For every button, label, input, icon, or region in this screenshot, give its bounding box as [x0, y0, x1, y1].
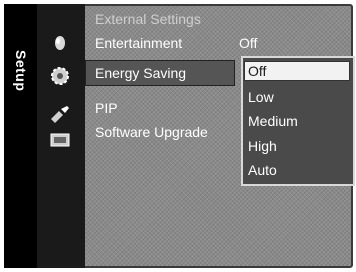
- menu-item-energy-saving[interactable]: Energy Saving: [95, 65, 186, 81]
- option-high[interactable]: High: [248, 138, 277, 154]
- option-low[interactable]: Low: [248, 89, 274, 105]
- pointer-icon[interactable]: [48, 30, 72, 54]
- menu-item-software-upgrade[interactable]: Software Upgrade: [95, 124, 208, 140]
- satellite-icon[interactable]: [48, 102, 72, 126]
- category-icon-column: [37, 4, 85, 268]
- energy-saving-dropdown[interactable]: Off Low Medium High Auto: [241, 56, 355, 186]
- setup-tab-label: Setup: [13, 50, 29, 92]
- option-auto[interactable]: Auto: [248, 162, 277, 178]
- menu-item-pip[interactable]: PIP: [95, 100, 118, 116]
- option-off[interactable]: Off: [244, 61, 350, 81]
- support-icon[interactable]: [48, 128, 72, 152]
- setup-tab[interactable]: Setup: [4, 4, 37, 268]
- gear-icon[interactable]: [48, 64, 72, 88]
- option-medium[interactable]: Medium: [248, 113, 298, 129]
- menu-item-entertainment[interactable]: Entertainment: [95, 35, 182, 51]
- entertainment-value: Off: [239, 35, 258, 51]
- menu-item-external-settings[interactable]: External Settings: [95, 11, 201, 27]
